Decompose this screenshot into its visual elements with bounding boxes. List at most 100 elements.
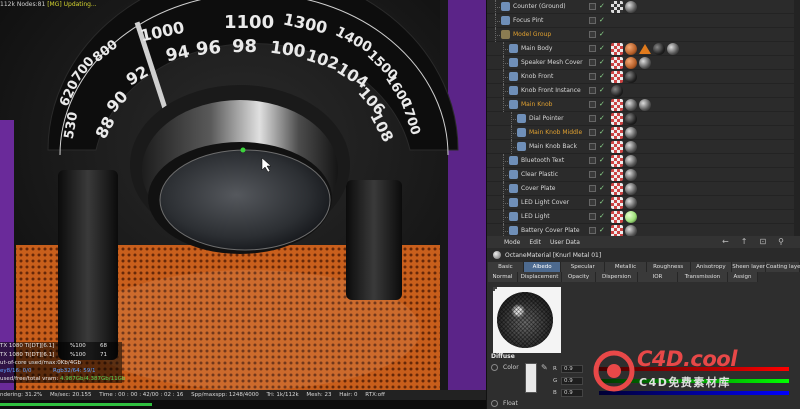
object-row[interactable]: Main Knob ✓	[487, 98, 800, 112]
visibility-toggle[interactable]	[589, 213, 596, 220]
menu-edit[interactable]: Edit	[529, 239, 541, 246]
enabled-check-icon[interactable]: ✓	[599, 44, 605, 53]
material-tag-icon[interactable]	[625, 155, 637, 167]
visibility-toggle[interactable]	[589, 185, 596, 192]
material-tag-icon[interactable]	[611, 57, 623, 69]
material-tag-icon[interactable]	[653, 43, 665, 55]
menu-mode[interactable]: Mode	[504, 239, 520, 246]
enabled-check-icon[interactable]: ✓	[599, 58, 605, 67]
material-tag-icon[interactable]	[639, 57, 651, 69]
tab-basic[interactable]: Basic	[488, 262, 524, 272]
back-arrow-icon[interactable]: ←	[722, 237, 732, 246]
material-tag-icon[interactable]	[611, 197, 623, 209]
object-row[interactable]: Bluetooth Text ✓	[487, 154, 800, 168]
material-tag-icon[interactable]	[639, 99, 651, 111]
visibility-toggle[interactable]	[589, 31, 596, 38]
visibility-toggle[interactable]	[589, 129, 596, 136]
object-name[interactable]: Clear Plastic	[521, 168, 558, 182]
material-tag-icon[interactable]	[625, 43, 637, 55]
object-name[interactable]: Knob Front Instance	[521, 84, 581, 98]
visibility-toggle[interactable]	[589, 87, 596, 94]
object-name[interactable]: Main Knob Middle	[529, 126, 582, 140]
object-name[interactable]: Knob Front	[521, 70, 553, 84]
r-value-field[interactable]: 0.9	[561, 365, 583, 373]
object-row[interactable]: Clear Plastic ✓	[487, 168, 800, 182]
visibility-toggle[interactable]	[589, 157, 596, 164]
object-name[interactable]: LED Light	[521, 210, 550, 224]
material-tag-icon[interactable]	[611, 141, 623, 153]
material-tag-icon[interactable]	[611, 225, 623, 236]
tab-displacement[interactable]: Displacement	[518, 272, 562, 282]
enabled-check-icon[interactable]: ✓	[599, 16, 605, 25]
color-swatch[interactable]	[525, 363, 537, 393]
enabled-check-icon[interactable]: ✓	[599, 86, 605, 95]
material-tag-icon[interactable]	[639, 44, 651, 54]
visibility-toggle[interactable]	[589, 17, 596, 24]
up-arrow-icon[interactable]: ↑	[741, 237, 751, 246]
material-tag-icon[interactable]	[625, 99, 637, 111]
object-name[interactable]: Counter (Ground)	[513, 0, 566, 14]
object-row[interactable]: Model Group ✓	[487, 28, 800, 42]
object-row[interactable]: Main Knob Back ✓	[487, 140, 800, 154]
visibility-toggle[interactable]	[589, 45, 596, 52]
material-tag-icon[interactable]	[611, 183, 623, 195]
material-tag-icon[interactable]	[625, 1, 637, 13]
material-tag-icon[interactable]	[625, 71, 637, 83]
object-name[interactable]: LED Light Cover	[521, 196, 569, 210]
object-name[interactable]: Main Knob	[521, 98, 552, 112]
object-row[interactable]: Battery Cover Plate ✓	[487, 224, 800, 236]
enabled-check-icon[interactable]: ✓	[599, 114, 605, 123]
visibility-toggle[interactable]	[589, 101, 596, 108]
enabled-check-icon[interactable]: ✓	[599, 128, 605, 137]
menu-user-data[interactable]: User Data	[550, 239, 580, 246]
enabled-check-icon[interactable]: ✓	[599, 198, 605, 207]
enabled-check-icon[interactable]: ✓	[599, 212, 605, 221]
object-row[interactable]: LED Light Cover ✓	[487, 196, 800, 210]
render-viewport[interactable]: 530 620 700 800 1000 1100 1300 1400 1500…	[0, 0, 486, 409]
material-tag-icon[interactable]	[611, 43, 623, 55]
material-tag-icon[interactable]	[667, 43, 679, 55]
object-name[interactable]: Model Group	[513, 28, 551, 42]
material-tag-icon[interactable]	[611, 169, 623, 181]
tab-specular[interactable]: Specular	[561, 262, 606, 272]
enabled-check-icon[interactable]: ✓	[599, 226, 605, 235]
object-name[interactable]: Main Body	[521, 42, 552, 56]
object-row[interactable]: LED Light ✓	[487, 210, 800, 224]
enabled-check-icon[interactable]: ✓	[599, 72, 605, 81]
tab-albedo[interactable]: Albedo	[523, 262, 562, 272]
tab-sheen-layer[interactable]: Sheen layer	[732, 262, 767, 272]
tab-assign[interactable]: Assign	[728, 272, 758, 282]
visibility-toggle[interactable]	[589, 115, 596, 122]
tab-anisotropy[interactable]: Anisotropy	[690, 262, 733, 272]
tab-normal[interactable]: Normal	[488, 272, 518, 282]
visibility-toggle[interactable]	[589, 227, 596, 234]
eyedropper-icon[interactable]: ✎	[541, 363, 548, 372]
tab-opacity[interactable]: Opacity	[562, 272, 596, 282]
enabled-check-icon[interactable]: ✓	[599, 2, 605, 11]
material-tag-icon[interactable]	[625, 57, 637, 69]
material-tag-icon[interactable]	[625, 225, 637, 236]
material-tag-icon[interactable]	[625, 183, 637, 195]
b-value-field[interactable]: 0.9	[561, 389, 583, 397]
material-tag-icon[interactable]	[611, 211, 623, 223]
material-tag-icon[interactable]	[611, 85, 623, 97]
object-name[interactable]: Focus Pint	[513, 14, 543, 28]
lock-icon[interactable]: ⊡	[759, 237, 769, 246]
tab-metallic[interactable]: Metallic	[605, 262, 647, 272]
object-row[interactable]: Main Body ✓	[487, 42, 800, 56]
material-tag-icon[interactable]	[611, 71, 623, 83]
visibility-toggle[interactable]	[589, 171, 596, 178]
object-row[interactable]: Speaker Mesh Cover ✓	[487, 56, 800, 70]
object-row[interactable]: Counter (Ground) ✓	[487, 0, 800, 14]
object-name[interactable]: Dial Pointer	[529, 112, 564, 126]
material-tag-icon[interactable]	[625, 113, 637, 125]
tab-dispersion[interactable]: Dispersion	[596, 272, 638, 282]
color-radio[interactable]	[491, 364, 498, 371]
material-tag-icon[interactable]	[625, 169, 637, 181]
material-tag-icon[interactable]	[611, 99, 623, 111]
float-radio[interactable]	[491, 400, 498, 407]
enabled-check-icon[interactable]: ✓	[599, 142, 605, 151]
object-name[interactable]: Main Knob Back	[529, 140, 577, 154]
enabled-check-icon[interactable]: ✓	[599, 156, 605, 165]
object-manager-scrollbar[interactable]	[794, 0, 800, 236]
